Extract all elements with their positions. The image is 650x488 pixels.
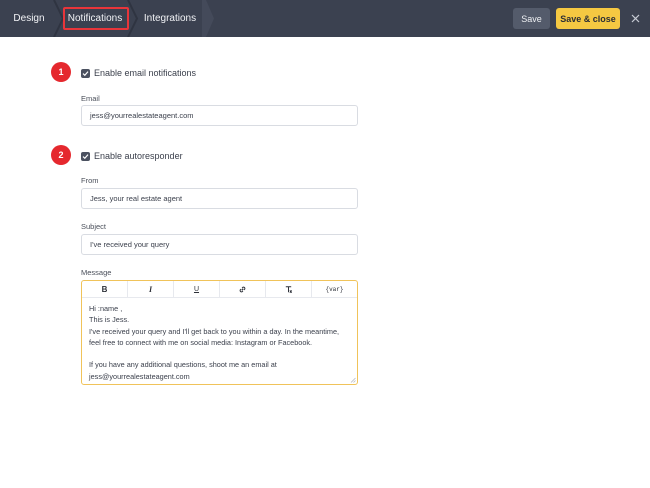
save-and-close-button[interactable]: Save & close [556, 8, 620, 29]
from-value: Jess, your real estate agent [90, 194, 183, 203]
message-editor[interactable]: B I U {var} Hi :name , This is Jess. I'v… [81, 280, 358, 385]
step-marker-1: 1 [51, 62, 71, 82]
enable-email-notifications-checkbox[interactable] [81, 68, 90, 78]
active-tab-highlight [63, 7, 129, 30]
subject-value: I've received your query [90, 240, 170, 249]
step-marker-2: 2 [51, 145, 71, 165]
tab-integrations[interactable]: Integrations [134, 0, 206, 37]
message-line: Hi :name , [89, 304, 123, 313]
email-field[interactable]: jess@yourrealestateagent.com [81, 105, 358, 126]
link-button[interactable] [220, 281, 266, 297]
tab-design[interactable]: Design [0, 0, 58, 37]
link-icon [239, 286, 246, 292]
message-line: This is Jess. [89, 315, 130, 325]
checkmark-icon [82, 153, 89, 159]
save-button[interactable]: Save [513, 8, 550, 29]
enable-autoresponder-label: Enable autoresponder [94, 151, 183, 161]
message-line: feel free to connect with me on social m… [89, 337, 313, 347]
message-line [89, 348, 351, 359]
from-label: From [81, 176, 99, 185]
message-line: If you have any additional questions, sh… [89, 360, 277, 370]
tab-integrations-label: Integrations [143, 13, 197, 24]
enable-email-notifications-label: Enable email notifications [94, 68, 197, 78]
message-line: jess@yourrealestateagent.com [89, 371, 190, 381]
clear-format-button[interactable] [266, 281, 312, 297]
insert-variable-button[interactable]: {var} [312, 281, 357, 297]
resize-handle-icon[interactable] [350, 377, 356, 383]
from-field[interactable]: Jess, your real estate agent [81, 188, 358, 209]
underline-button[interactable]: U [174, 281, 220, 297]
email-value: jess@yourrealestateagent.com [90, 111, 194, 120]
editor-toolbar: B I U {var} [82, 281, 357, 298]
message-textarea[interactable]: Hi :name , This is Jess. I've received y… [89, 303, 351, 382]
top-bar: Design Notifications Integrations Save S… [0, 0, 650, 37]
message-label: Message [81, 268, 112, 277]
clear-format-icon [285, 285, 293, 293]
close-icon[interactable] [627, 10, 643, 26]
message-line: I've received your query and I'll get ba… [89, 326, 340, 336]
subject-label: Subject [81, 222, 107, 231]
email-label: Email [81, 94, 100, 103]
bold-button[interactable]: B [82, 281, 128, 297]
checkmark-icon [82, 70, 89, 76]
breadcrumb-separator-icon [202, 0, 214, 37]
enable-email-notifications-row[interactable]: Enable email notifications [81, 68, 196, 78]
enable-autoresponder-checkbox[interactable] [81, 151, 90, 161]
tab-design-label: Design [13, 13, 45, 24]
subject-field[interactable]: I've received your query [81, 234, 358, 255]
italic-button[interactable]: I [128, 281, 174, 297]
enable-autoresponder-row[interactable]: Enable autoresponder [81, 151, 183, 161]
